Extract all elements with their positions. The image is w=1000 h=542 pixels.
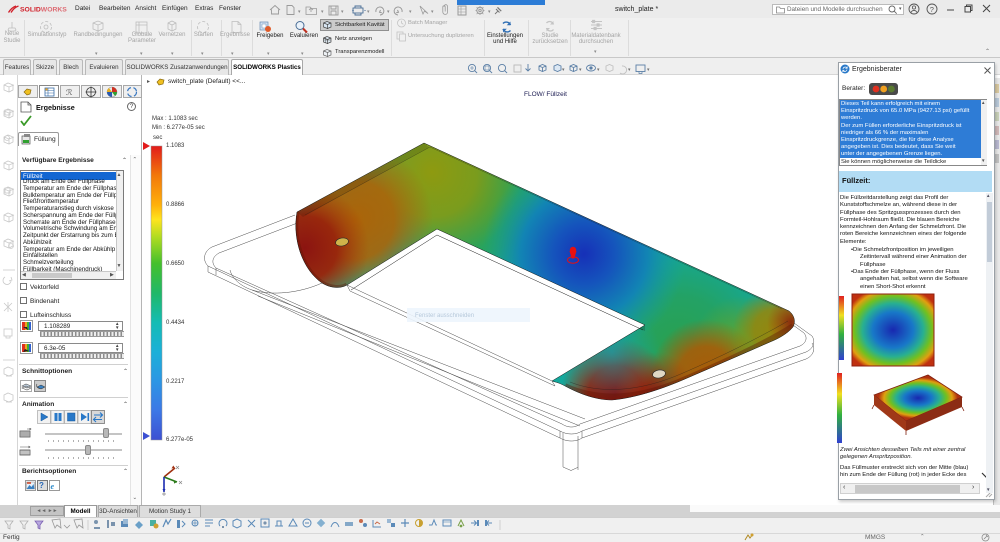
svg-text:▾: ▾ [488,9,491,15]
svg-text:Fenster ausschneiden: Fenster ausschneiden [415,313,474,319]
svg-text:?: ? [930,5,934,14]
svg-text:▾: ▾ [628,67,631,73]
svg-text:▾: ▾ [431,9,434,15]
svg-text:▾: ▾ [321,9,324,15]
svg-text:ℛ: ℛ [66,88,73,97]
svg-text:▾: ▾ [579,67,582,73]
svg-text:▾: ▾ [647,67,650,73]
svg-text:▾: ▾ [298,9,301,15]
svg-text:▾: ▾ [367,9,370,15]
svg-text:▾: ▾ [597,67,600,73]
svg-text:▾: ▾ [341,9,344,15]
svg-text:SOLIDWORKS: SOLIDWORKS [20,7,67,14]
svg-text:▾: ▾ [562,67,565,73]
svg-text:▾: ▾ [387,9,390,15]
svg-text:▾: ▾ [409,9,412,15]
